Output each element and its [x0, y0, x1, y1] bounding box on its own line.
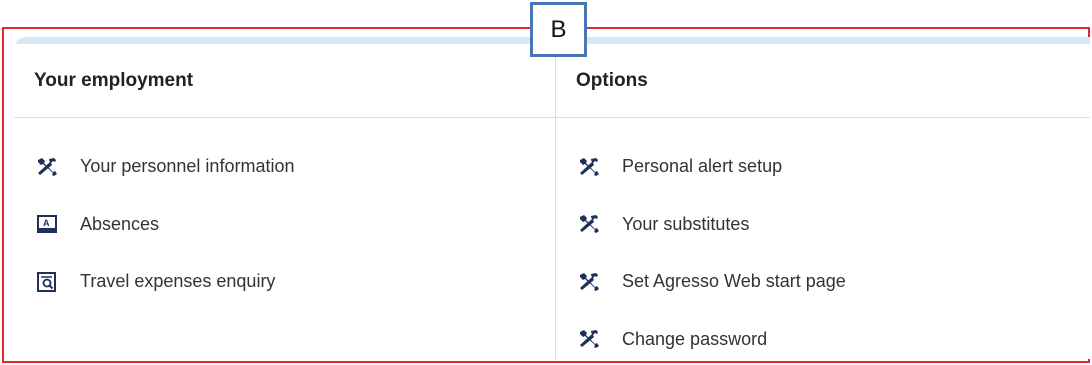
tools-icon	[36, 156, 58, 178]
link-personnel-information[interactable]: Your personnel information	[14, 138, 555, 196]
link-label: Absences	[80, 213, 160, 234]
tools-icon	[578, 213, 600, 235]
link-label: Change password	[622, 328, 768, 349]
menu-panel: Your employment Your personnel informati…	[14, 37, 1090, 359]
link-absences[interactable]: A Absences	[14, 196, 555, 254]
tools-icon	[578, 156, 600, 178]
link-label: Set Agresso Web start page	[622, 271, 846, 292]
options-column: Options Personal alert setup Your substi…	[556, 44, 1090, 359]
link-label: Your substitutes	[622, 213, 750, 234]
link-travel-expenses-enquiry[interactable]: Travel expenses enquiry	[14, 253, 555, 311]
options-links: Personal alert setup Your substitutes Se…	[556, 118, 1090, 359]
options-title: Options	[556, 44, 1090, 118]
tools-icon	[578, 328, 600, 350]
link-your-substitutes[interactable]: Your substitutes	[556, 196, 1090, 254]
employment-column: Your employment Your personnel informati…	[14, 44, 556, 359]
link-change-password[interactable]: Change password	[556, 311, 1090, 360]
employment-title: Your employment	[14, 44, 555, 118]
link-set-start-page[interactable]: Set Agresso Web start page	[556, 253, 1090, 311]
calendar-a-icon: A	[36, 213, 58, 235]
link-personal-alert-setup[interactable]: Personal alert setup	[556, 138, 1090, 196]
callout-label-b: B	[530, 2, 587, 57]
svg-text:A: A	[43, 218, 50, 228]
link-label: Travel expenses enquiry	[80, 271, 276, 292]
document-search-icon	[36, 271, 58, 293]
link-label: Personal alert setup	[622, 156, 783, 177]
employment-links: Your personnel information A Absences Tr…	[14, 118, 555, 311]
tools-icon	[578, 271, 600, 293]
menu-columns: Your employment Your personnel informati…	[14, 44, 1090, 359]
link-label: Your personnel information	[80, 156, 295, 177]
